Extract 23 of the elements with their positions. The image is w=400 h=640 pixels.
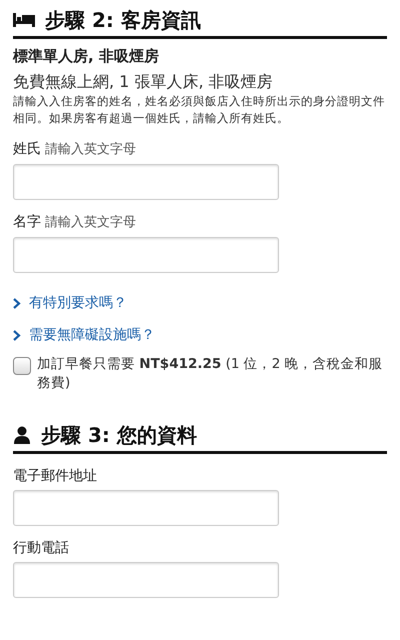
breakfast-option-text: 加訂早餐只需要 NT$412.25 (1 位，2 晚，含稅金和服務費) — [37, 355, 384, 393]
text-field[interactable] — [13, 562, 279, 598]
field-hint: 請輸入英文字母 — [45, 141, 136, 159]
field-label: 電子郵件地址 — [13, 467, 97, 486]
expand-link[interactable]: 有特別要求嗎？ — [13, 293, 387, 313]
text-field[interactable] — [13, 237, 279, 273]
name-note: 請輸入入住房客的姓名，姓名必須與飯店入住時所出示的身分證明文件相同。如果房客有超過一個姓氏，請輸入所有姓氏。 — [13, 93, 386, 127]
section-title: 步驟 2: 客房資訊 — [45, 7, 201, 34]
chevron-icon — [13, 298, 21, 308]
room-description: 免費無線上網, 1 張單人床, 非吸煙房 — [13, 71, 274, 93]
section-title: 步驟 3: 您的資料 — [41, 422, 197, 449]
breakfast-checkbox[interactable] — [13, 357, 31, 375]
field-label: 行動電話 — [13, 539, 69, 558]
bed-icon — [13, 13, 35, 27]
field-label: 名字 — [13, 213, 41, 232]
chevron-icon — [13, 330, 21, 340]
person-icon — [13, 426, 31, 444]
field-hint: 請輸入英文字母 — [45, 214, 136, 232]
room-name: 標準單人房, 非吸煙房 — [13, 46, 160, 67]
field-label: 姓氏 — [13, 140, 41, 159]
text-field[interactable] — [13, 490, 279, 526]
text-field[interactable] — [13, 164, 279, 200]
expand-link[interactable]: 需要無障礙設施嗎？ — [13, 325, 387, 345]
